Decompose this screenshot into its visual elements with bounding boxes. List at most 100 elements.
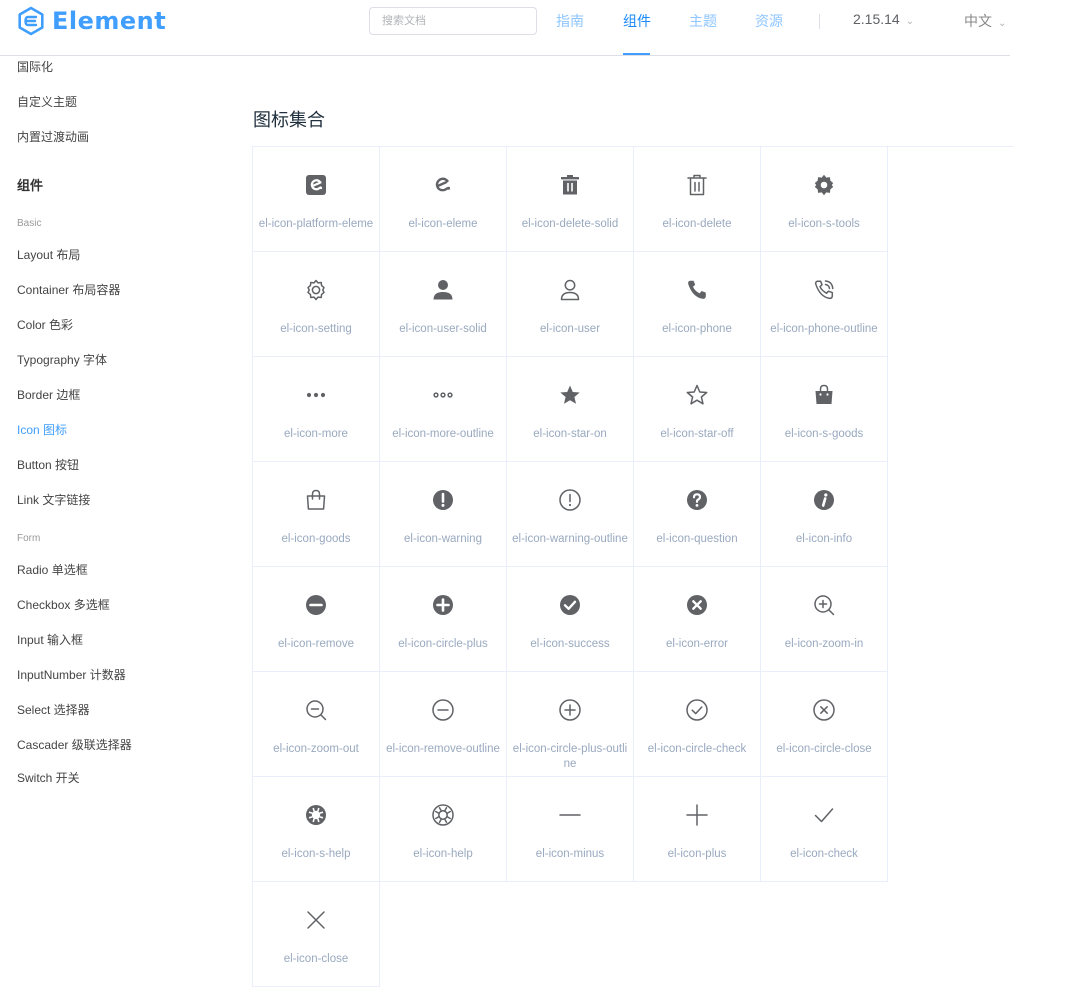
icon-name-label: el-icon-s-goods [784, 428, 864, 440]
icon-cell[interactable]: el-icon-error [634, 567, 761, 672]
sidebar-item-cascader[interactable]: Cascader 级联选择器 [17, 736, 132, 753]
sidebar-item-input[interactable]: Input 输入框 [17, 631, 83, 648]
icon-name-label: el-icon-phone [662, 323, 732, 335]
icon-cell[interactable]: el-icon-check [761, 777, 888, 882]
nav-theme[interactable]: 主题 [689, 11, 717, 31]
icon-cell[interactable]: el-icon-delete-solid [507, 147, 634, 252]
icon-name-label: el-icon-setting [280, 323, 352, 335]
icon-cell[interactable]: el-icon-success [507, 567, 634, 672]
icon-cell[interactable]: el-icon-star-on [507, 357, 634, 462]
brand-name: Element [52, 7, 167, 35]
icon-cell[interactable]: el-icon-goods [253, 462, 380, 567]
nav-guide[interactable]: 指南 [556, 11, 584, 31]
icon-name-label: el-icon-plus [667, 848, 727, 860]
sidebar-item-icon[interactable]: Icon 图标 [17, 421, 67, 438]
sidebar-item-radio[interactable]: Radio 单选框 [17, 561, 88, 578]
icon-name-label: el-icon-delete-solid [521, 218, 619, 230]
sidebar-item-typography[interactable]: Typography 字体 [17, 351, 107, 368]
icon-cell[interactable]: el-icon-zoom-out [253, 672, 380, 777]
warning-icon [380, 488, 506, 512]
icon-cell[interactable]: el-icon-user [507, 252, 634, 357]
remove-outline-icon [380, 698, 506, 722]
sidebar-item-custom-theme[interactable]: 自定义主题 [17, 93, 77, 110]
goods-icon [253, 488, 379, 512]
icon-cell[interactable]: el-icon-help [380, 777, 507, 882]
sidebar-item-input-number[interactable]: InputNumber 计数器 [17, 666, 126, 683]
icon-cell[interactable]: el-icon-phone-outline [761, 252, 888, 357]
icon-cell[interactable]: el-icon-setting [253, 252, 380, 357]
star-off-icon [634, 383, 760, 407]
sidebar-item-i18n[interactable]: 国际化 [17, 58, 53, 75]
language-dropdown[interactable]: 中文 ⌄ [964, 11, 1006, 31]
language-label: 中文 [964, 13, 992, 29]
icon-cell[interactable]: el-icon-remove-outline [380, 672, 507, 777]
icon-cell[interactable]: el-icon-s-tools [761, 147, 888, 252]
brand-logo[interactable]: Element [16, 5, 166, 37]
version-dropdown[interactable]: 2.15.14 ⌄ [853, 11, 914, 27]
icon-cell[interactable]: el-icon-warning-outline [507, 462, 634, 567]
sidebar-item-transition[interactable]: 内置过渡动画 [17, 128, 89, 145]
sidebar-item-select[interactable]: Select 选择器 [17, 701, 90, 718]
delete-solid-icon [507, 173, 633, 197]
icon-cell[interactable]: el-icon-user-solid [380, 252, 507, 357]
circle-close-icon [761, 698, 887, 722]
icon-cell[interactable]: el-icon-remove [253, 567, 380, 672]
sidebar-item-container[interactable]: Container 布局容器 [17, 281, 120, 298]
success-icon [507, 593, 633, 617]
sidebar-item-switch[interactable]: Switch 开关 [17, 769, 80, 786]
icon-cell[interactable]: el-icon-star-off [634, 357, 761, 462]
icon-name-label: el-icon-s-tools [788, 218, 860, 230]
icon-cell[interactable]: el-icon-s-help [253, 777, 380, 882]
icon-cell[interactable]: el-icon-more-outline [380, 357, 507, 462]
icon-cell[interactable]: el-icon-eleme [380, 147, 507, 252]
icon-cell[interactable]: el-icon-more [253, 357, 380, 462]
zoom-out-icon [253, 698, 379, 722]
icon-cell[interactable]: el-icon-question [634, 462, 761, 567]
icon-cell[interactable]: el-icon-minus [507, 777, 634, 882]
phone-outline-icon [761, 278, 887, 302]
icon-name-label: el-icon-remove-outline [386, 743, 500, 755]
icon-cell[interactable]: el-icon-plus [634, 777, 761, 882]
icon-cell[interactable]: el-icon-circle-close [761, 672, 888, 777]
zoom-in-icon [761, 593, 887, 617]
phone-icon [634, 278, 760, 302]
setting-icon [253, 278, 379, 302]
icon-cell[interactable]: el-icon-circle-check [634, 672, 761, 777]
element-logo-icon [18, 6, 44, 36]
icon-name-label: el-icon-circle-check [647, 743, 747, 755]
icon-cell[interactable]: el-icon-platform-eleme [253, 147, 380, 252]
icon-cell[interactable]: el-icon-circle-plus-outline [507, 672, 634, 777]
icon-name-label: el-icon-goods [281, 533, 351, 545]
icon-name-label: el-icon-zoom-out [273, 743, 359, 755]
icon-cell[interactable]: el-icon-s-goods [761, 357, 888, 462]
icon-name-label: el-icon-error [666, 638, 728, 650]
nav-component[interactable]: 组件 [623, 11, 651, 31]
nav-resource[interactable]: 资源 [755, 11, 783, 31]
icon-cell[interactable]: el-icon-zoom-in [761, 567, 888, 672]
sidebar-item-layout[interactable]: Layout 布局 [17, 246, 80, 263]
chevron-down-icon: ⌄ [998, 18, 1007, 29]
icon-cell[interactable]: el-icon-warning [380, 462, 507, 567]
icon-cell[interactable]: el-icon-circle-plus [380, 567, 507, 672]
sidebar-item-link[interactable]: Link 文字链接 [17, 491, 90, 508]
top-header: Element 指南 组件 主题 资源 2.15.14 ⌄ 中文 ⌄ [0, 0, 1080, 56]
icon-cell[interactable]: el-icon-info [761, 462, 888, 567]
page-title: 图标集合 [253, 110, 325, 130]
icon-name-label: el-icon-check [790, 848, 858, 860]
sidebar-item-border[interactable]: Border 边框 [17, 386, 80, 403]
icon-cell[interactable]: el-icon-delete [634, 147, 761, 252]
chevron-down-icon: ⌄ [905, 16, 915, 27]
icon-name-label: el-icon-zoom-in [784, 638, 864, 650]
search-box[interactable] [369, 7, 537, 35]
sidebar-item-button[interactable]: Button 按钮 [17, 456, 79, 473]
circle-check-icon [634, 698, 760, 722]
user-solid-icon [380, 278, 506, 302]
search-input[interactable] [370, 8, 536, 34]
icon-cell[interactable]: el-icon-close [253, 882, 380, 987]
sidebar-item-checkbox[interactable]: Checkbox 多选框 [17, 596, 110, 613]
icon-name-label: el-icon-s-help [281, 848, 351, 860]
icon-name-label: el-icon-help [413, 848, 473, 860]
sidebar-item-color[interactable]: Color 色彩 [17, 316, 73, 333]
icon-cell[interactable]: el-icon-phone [634, 252, 761, 357]
icon-name-label: el-icon-more-outline [392, 428, 494, 440]
